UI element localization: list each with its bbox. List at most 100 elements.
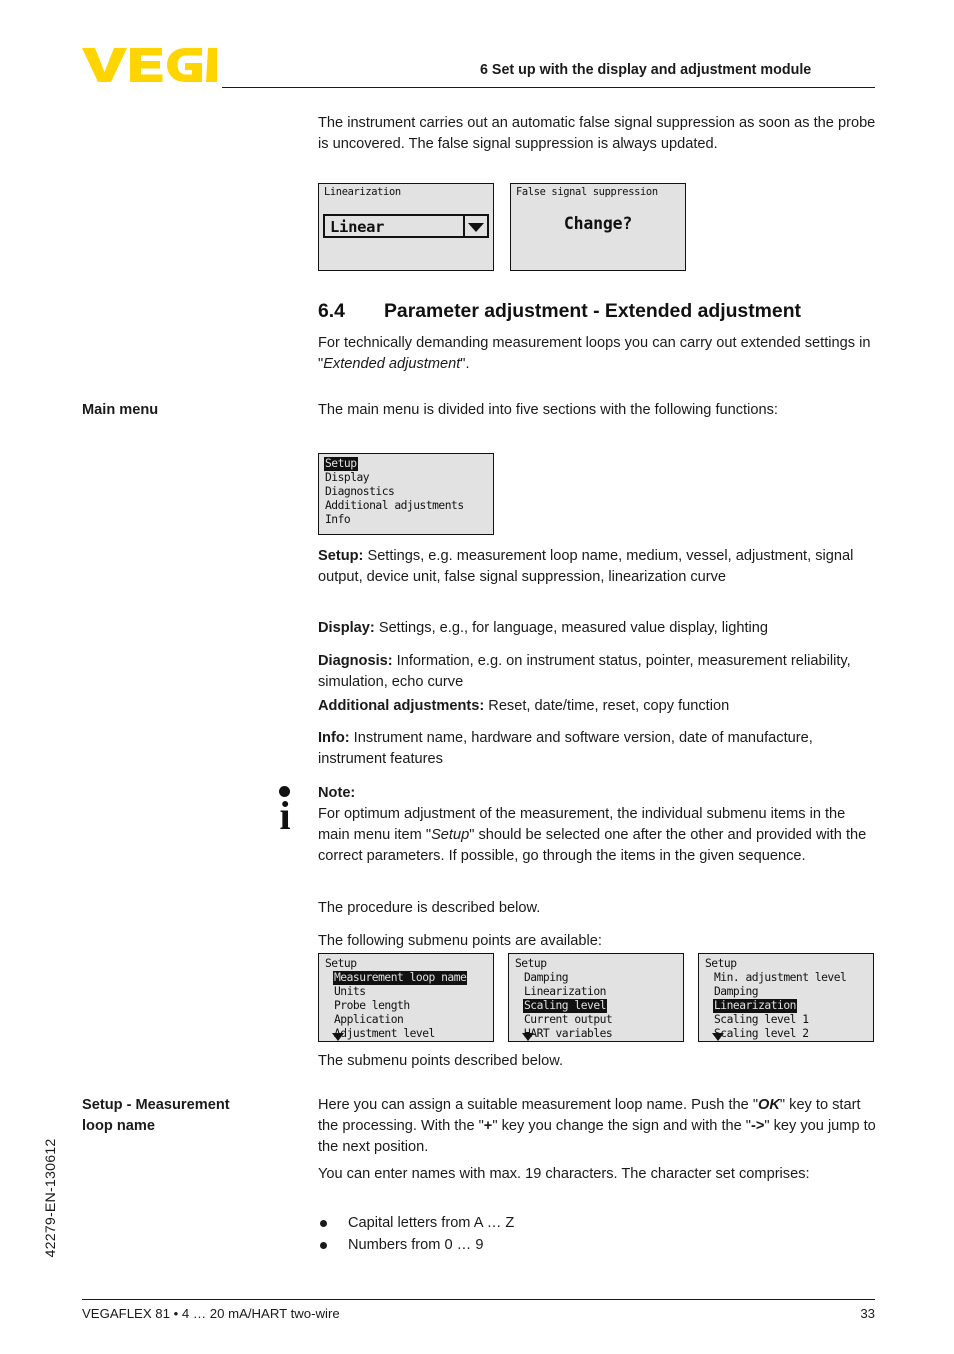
- procedure-line-2: The following submenu points are availab…: [318, 933, 602, 949]
- list-item[interactable]: Probe length: [333, 999, 491, 1013]
- desc-setup-text: Settings, e.g. measurement loop name, me…: [318, 548, 854, 585]
- list-item[interactable]: HART variables: [523, 1027, 681, 1041]
- note-line2-post: " should be selected one after: [469, 826, 662, 843]
- margin-label-main-menu: Main menu: [82, 402, 159, 418]
- desc-additional-text: Reset, date/time, reset, copy function: [484, 698, 730, 714]
- list-item[interactable]: Info: [324, 513, 491, 527]
- footer-product-name: VEGAFLEX 81 • 4 … 20 mA/HART two-wire: [82, 1306, 340, 1321]
- margin-label-line2: loop name: [82, 1117, 155, 1134]
- desc-info-text: Instrument name, hardware and software v…: [318, 730, 813, 767]
- procedure-line-1: The procedure is described below.: [318, 900, 541, 916]
- list-item[interactable]: Linearization: [523, 985, 681, 999]
- section-intro-line1: For technically demanding measurement lo…: [318, 335, 737, 351]
- lcd-submenu-1-screen: Setup Measurement loop name Units Probe …: [318, 953, 494, 1042]
- list-item[interactable]: Additional adjustments: [324, 499, 491, 513]
- desc-display: Display: Settings, e.g., for language, m…: [318, 618, 876, 639]
- vega-logo: [82, 48, 217, 82]
- submenu-3-list: Setup Min. adjustment level Damping Line…: [704, 957, 871, 1041]
- header-title: 6 Set up with the display and adjustment…: [480, 62, 812, 78]
- submenu-2-list: Setup Damping Linearization Scaling leve…: [514, 957, 681, 1041]
- main-menu-list: Setup Display Diagnostics Additional adj…: [324, 457, 491, 527]
- scroll-down-icon[interactable]: [522, 1033, 534, 1041]
- list-item[interactable]: Adjustment level: [333, 1027, 491, 1041]
- character-set-list: Capital letters from A … Z Numbers from …: [318, 1212, 878, 1256]
- submenu-3-header: Setup: [705, 957, 737, 970]
- scroll-down-icon[interactable]: [332, 1033, 344, 1041]
- footer-page-number: 33: [860, 1306, 875, 1321]
- intro-paragraph: The instrument carries out an automatic …: [318, 115, 876, 152]
- list-item[interactable]: Current output: [523, 1013, 681, 1027]
- desc-additional-term: Additional adjustments:: [318, 698, 485, 714]
- section-intro-emphasis: Extended adjustment: [323, 355, 461, 372]
- submenu-2-header: Setup: [515, 957, 547, 970]
- linearization-value: Linear: [330, 218, 385, 236]
- footer-divider: [82, 1299, 875, 1300]
- list-item[interactable]: Damping: [713, 985, 871, 999]
- note-line1: For optimum adjustment of the measuremen…: [318, 806, 767, 822]
- ok-key-emphasis: OK: [758, 1097, 780, 1113]
- section-heading: 6.4 Parameter adjustment - Extended adjus…: [318, 299, 878, 323]
- chevron-down-icon[interactable]: [463, 216, 487, 236]
- lcd-submenu-3-screen: Setup Min. adjustment level Damping Line…: [698, 953, 874, 1042]
- margin-label-setup-loop-name: Setup - Measurement loop name: [82, 1095, 297, 1136]
- desc-display-text: Settings, e.g., for language, measured v…: [374, 620, 768, 636]
- document-code: 42279-EN-130612: [43, 1138, 59, 1258]
- setup-loop-paragraph-2: You can enter names with max. 19 charact…: [318, 1166, 810, 1182]
- desc-info-term: Info:: [318, 730, 350, 746]
- list-item: Numbers from 0 … 9: [318, 1234, 878, 1256]
- section-intro: For technically demanding measurement lo…: [318, 333, 876, 375]
- desc-info: Info: Instrument name, hardware and soft…: [318, 728, 876, 770]
- setup-loop-p1b2: " key you change the sign: [492, 1117, 659, 1134]
- bullet-capital-letters: Capital letters from A … Z: [348, 1215, 515, 1231]
- desc-diagnosis: Diagnosis: Information, e.g. on instrume…: [318, 651, 876, 693]
- setup-loop-paragraph-1: Here you can assign a suitable measureme…: [318, 1095, 876, 1157]
- list-item[interactable]: Display: [324, 471, 491, 485]
- change-prompt: Change?: [563, 214, 633, 233]
- lcd-main-menu-screen: Setup Display Diagnostics Additional adj…: [318, 453, 494, 535]
- setup-loop-p1c-pre: and with the ": [663, 1117, 751, 1134]
- info-icon-stem: i: [279, 793, 291, 838]
- setup-loop-p1a: Here you can assign a suitable measureme…: [318, 1097, 749, 1113]
- margin-label-line1: Setup - Measurement: [82, 1097, 230, 1113]
- list-item[interactable]: Units: [333, 985, 491, 999]
- desc-setup-term: Setup:: [318, 548, 364, 564]
- note-body: For optimum adjustment of the measuremen…: [318, 804, 876, 866]
- list-item[interactable]: Linearization: [713, 999, 871, 1013]
- note-heading: Note:: [318, 785, 356, 801]
- note-line2-emphasis: Setup: [431, 826, 470, 843]
- page-header: 6 Set up with the display and adjustment…: [0, 0, 954, 100]
- lcd-submenu-2-screen: Setup Damping Linearization Scaling leve…: [508, 953, 684, 1042]
- list-item[interactable]: Measurement loop name: [333, 971, 491, 985]
- desc-display-term: Display:: [318, 620, 375, 636]
- submenu-1-list: Setup Measurement loop name Units Probe …: [324, 957, 491, 1041]
- desc-additional: Additional adjustments: Reset, date/time…: [318, 696, 876, 717]
- lcd-false-signal-screen: False signal suppression Change?: [510, 183, 686, 271]
- submenu-caption: The submenu points described below.: [318, 1053, 564, 1069]
- lcd-false-signal-title: False signal suppression: [516, 186, 658, 198]
- list-item[interactable]: Scaling level: [523, 999, 681, 1013]
- list-item[interactable]: Scaling level 2: [713, 1027, 871, 1041]
- note-line4: through the items in the given sequence.: [542, 847, 806, 864]
- section-number: 6.4: [318, 300, 345, 322]
- desc-setup: Setup: Settings, e.g. measurement loop n…: [318, 546, 876, 588]
- list-item[interactable]: Damping: [523, 971, 681, 985]
- desc-diagnosis-term: Diagnosis:: [318, 653, 393, 669]
- desc-diagnosis-text: Information, e.g. on instrument status, …: [318, 653, 851, 690]
- list-item[interactable]: Min. adjustment level: [713, 971, 871, 985]
- header-divider: [222, 87, 875, 88]
- linearization-dropdown[interactable]: Linear: [323, 214, 489, 238]
- submenu-1-header: Setup: [325, 957, 357, 970]
- main-menu-paragraph: The main menu is divided into five secti…: [318, 402, 778, 418]
- scroll-down-icon[interactable]: [712, 1033, 724, 1041]
- list-item: Capital letters from A … Z: [318, 1212, 878, 1234]
- list-item[interactable]: Application: [333, 1013, 491, 1027]
- lcd-linearization-screen: Linearization Linear: [318, 183, 494, 271]
- lcd-linearization-title: Linearization: [324, 186, 401, 198]
- section-intro-line2-post: ".: [460, 355, 470, 372]
- bullet-numbers: Numbers from 0 … 9: [348, 1237, 484, 1253]
- list-item[interactable]: Setup: [324, 457, 491, 471]
- arrow-key-emphasis: ->: [750, 1117, 765, 1134]
- list-item[interactable]: Scaling level 1: [713, 1013, 871, 1027]
- section-title: Parameter adjustment - Extended adjustme…: [384, 300, 802, 322]
- list-item[interactable]: Diagnostics: [324, 485, 491, 499]
